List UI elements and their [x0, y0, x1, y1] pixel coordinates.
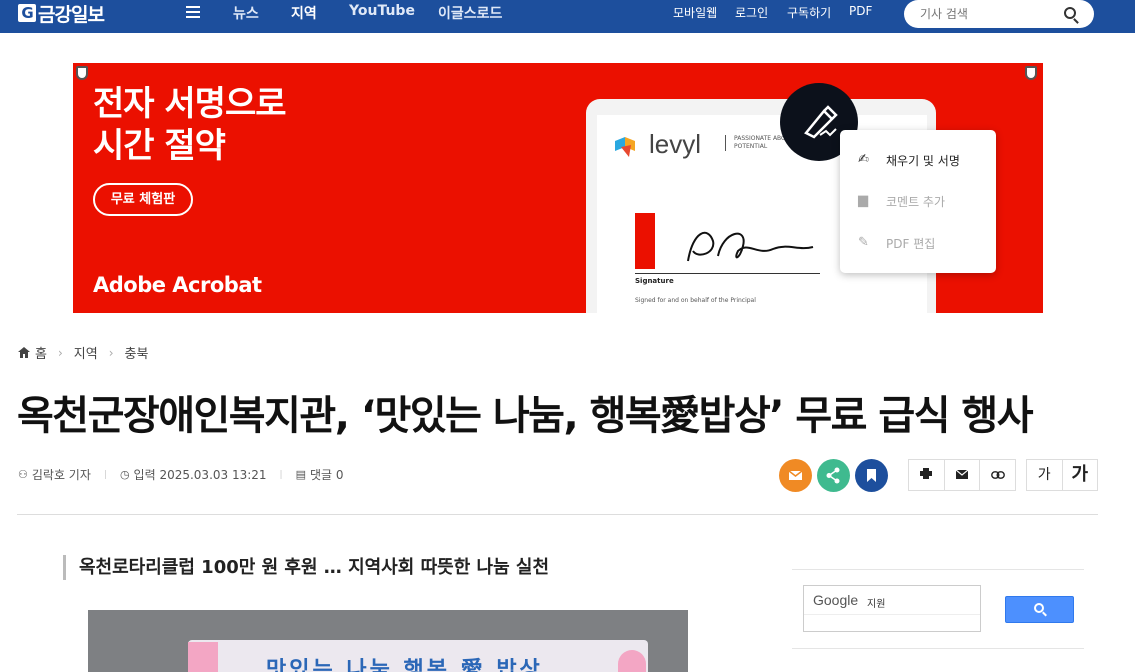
ad-choices-icon[interactable] — [1025, 66, 1037, 80]
free-trial-button[interactable]: 무료 체험판 — [93, 183, 193, 216]
banner-decoration — [188, 642, 218, 672]
search-icon — [1034, 603, 1044, 613]
login-link[interactable]: 로그인 — [735, 4, 768, 21]
search-input[interactable] — [920, 5, 1060, 23]
clock-icon: ◷ — [119, 468, 130, 481]
comment-icon: ▆ — [858, 193, 868, 208]
user-icon: ⚇ — [18, 468, 28, 481]
print-icon — [920, 468, 933, 479]
ad-choices-icon[interactable] — [76, 66, 88, 80]
pdf-link[interactable]: PDF — [849, 4, 872, 18]
share-icon — [826, 467, 840, 484]
bookmark-button[interactable] — [855, 459, 888, 492]
logo-text: 금강일보 — [38, 3, 105, 26]
envelope-icon — [788, 470, 803, 480]
nav-youtube[interactable]: YouTube — [349, 3, 415, 19]
menu-add-comment: 코멘트 추가 — [886, 195, 946, 209]
nav-region[interactable]: 지역 — [291, 3, 317, 23]
author: 김락호 기자 — [31, 468, 91, 482]
mobile-web-link[interactable]: 모바일웹 — [673, 4, 717, 21]
search-icon[interactable] — [1064, 7, 1076, 19]
signed-for-text: Signed for and on behalf of the Principa… — [635, 297, 756, 304]
ad-brand: Adobe Acrobat — [93, 273, 262, 297]
signature-line — [635, 273, 820, 274]
breadcrumb-chungbuk[interactable]: 충북 — [125, 343, 149, 362]
mail-icon — [955, 469, 969, 479]
article-tools — [908, 459, 1016, 491]
top-bar: G 금강일보 뉴스 지역 YouTube 이글스로드 모바일웹 로그인 구독하기… — [0, 0, 1135, 33]
home-icon — [18, 347, 30, 358]
banner-decoration — [618, 650, 646, 672]
font-smaller-button[interactable]: 가 — [1027, 460, 1063, 490]
signature-label: Signature — [635, 277, 674, 285]
levyl-wordmark: levyl — [649, 129, 702, 159]
adobe-sign-ribbon — [635, 213, 655, 269]
menu-fill-sign: 채우기 및 서명 — [886, 154, 960, 168]
divider: | — [103, 469, 107, 480]
article-photo[interactable]: 맛있는 나눔 행복 愛 밥상 — [88, 610, 688, 672]
article-title: 옥천군장애인복지관, ‘맛있는 나눔, 행복愛밥상’ 무료 급식 행사 — [17, 393, 1034, 439]
levyl-logo-icon — [615, 137, 635, 157]
breadcrumb: 홈 › 지역 › 충북 — [18, 343, 148, 362]
published-date: 입력 2025.03.03 13:21 — [133, 468, 267, 482]
breadcrumb-region[interactable]: 지역 — [74, 343, 98, 362]
google-search-button[interactable] — [1005, 596, 1074, 623]
divider: | — [279, 469, 283, 480]
search-box — [904, 0, 1094, 28]
bookmark-icon — [867, 469, 876, 482]
share-email-button[interactable] — [779, 459, 812, 492]
font-larger-button[interactable]: 가 — [1063, 460, 1098, 490]
adobe-ad-banner[interactable]: 전자 서명으로 시간 절약 무료 체험판 Adobe Acrobat levyl… — [73, 63, 1043, 313]
banner-text: 맛있는 나눔 행복 愛 밥상 — [266, 658, 543, 672]
print-button[interactable] — [909, 460, 945, 490]
hamburger-menu-icon[interactable] — [186, 6, 200, 18]
article-subheading: 옥천로타리클럽 100만 원 후원 … 지역사회 따뜻한 나눔 실천 — [63, 555, 549, 580]
breadcrumb-home[interactable]: 홈 — [35, 343, 47, 362]
logo-mark: G — [18, 4, 36, 22]
google-search-input[interactable]: 지원 — [867, 595, 885, 610]
article-meta: ⚇ 김락호 기자 | ◷ 입력 2025.03.03 13:21 | ▤ 댓글 … — [18, 466, 344, 483]
edit-pencil-icon: ✎ — [858, 235, 869, 250]
google-search-box[interactable]: Google 지원 — [803, 585, 981, 632]
divider — [804, 614, 980, 615]
link-icon — [990, 471, 1005, 479]
nav-news[interactable]: 뉴스 — [233, 3, 259, 23]
signature-scribble-icon — [687, 231, 814, 262]
comment-count[interactable]: 댓글 0 — [310, 466, 344, 483]
acrobat-tool-menu: ✍ 채우기 및 서명 ▆ 코멘트 추가 ✎ PDF 편집 — [840, 130, 996, 273]
subscribe-link[interactable]: 구독하기 — [787, 4, 831, 21]
font-size-controls: 가 가 — [1026, 459, 1098, 491]
google-label: Google — [813, 592, 859, 608]
share-sns-button[interactable] — [817, 459, 850, 492]
chevron-right-icon: › — [57, 345, 63, 360]
sidebar-google-search: Google 지원 — [792, 569, 1084, 649]
divider-line — [17, 514, 1098, 515]
ad-headline-line2: 시간 절약 — [93, 126, 226, 166]
menu-edit-pdf: PDF 편집 — [886, 237, 936, 251]
ad-headline-line1: 전자 서명으로 — [93, 84, 287, 124]
ad-headline: 전자 서명으로 시간 절약 — [93, 83, 287, 167]
nav-eagles-road[interactable]: 이글스로드 — [438, 3, 502, 23]
fill-sign-icon: ✍ — [858, 152, 869, 167]
comment-icon: ▤ — [295, 468, 306, 481]
site-logo[interactable]: G 금강일보 — [18, 1, 105, 26]
copy-link-button[interactable] — [980, 460, 1015, 490]
chevron-right-icon: › — [108, 345, 114, 360]
email-button[interactable] — [945, 460, 981, 490]
